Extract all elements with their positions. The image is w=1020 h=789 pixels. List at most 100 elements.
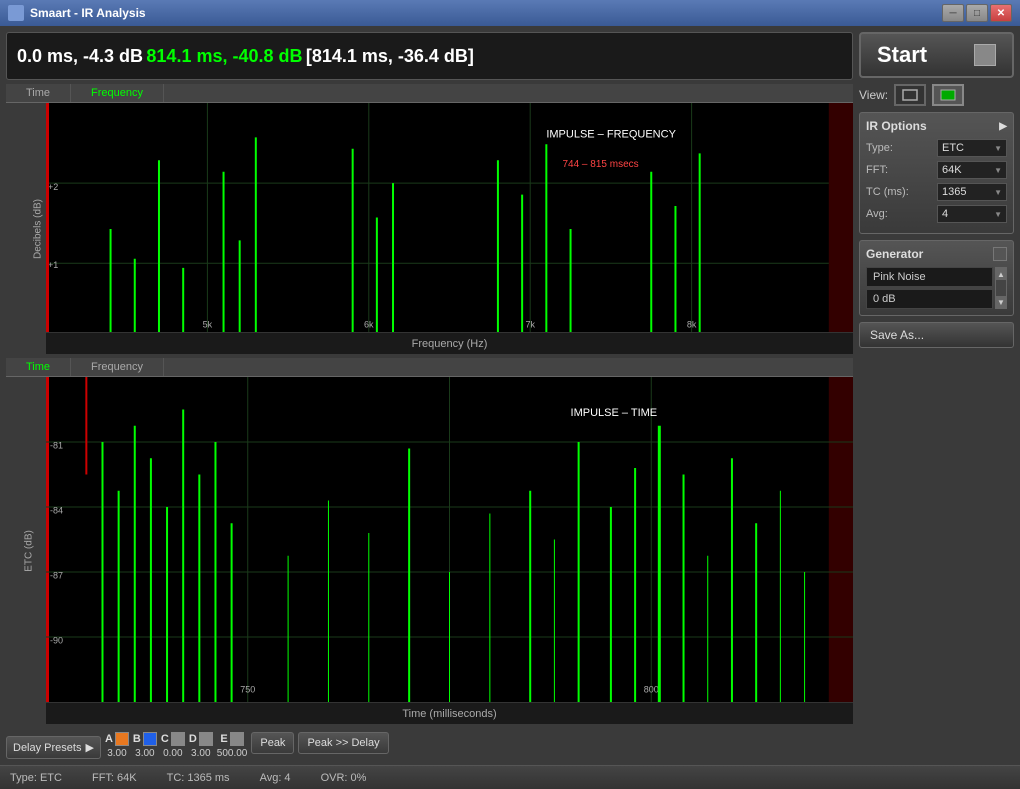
ir-tc-arrow: ▼: [994, 188, 1002, 197]
status-bar: Type: ETC FFT: 64K TC: 1365 ms Avg: 4 OV…: [0, 765, 1020, 789]
svg-text:-90: -90: [50, 636, 63, 646]
scroll-track: [996, 280, 1006, 296]
ir-tc-label: TC (ms):: [866, 186, 909, 198]
preset-d: D 3.00: [189, 732, 213, 759]
scroll-down-arrow[interactable]: ▼: [996, 296, 1006, 308]
info-bracket: [814.1 ms, -36.4 dB]: [306, 46, 474, 67]
svg-text:IMPULSE – TIME: IMPULSE – TIME: [571, 407, 658, 419]
preset-a-letter: A: [105, 733, 113, 745]
ir-avg-value: 4: [942, 208, 948, 220]
generator-section: Generator Pink Noise 0 dB ▲ ▼: [859, 240, 1014, 316]
ir-fft-dropdown[interactable]: 64K ▼: [937, 161, 1007, 179]
peak-delay-button[interactable]: Peak >> Delay: [298, 732, 388, 754]
svg-text:8k: 8k: [687, 319, 697, 329]
view-outline-button[interactable]: [894, 84, 926, 106]
left-panel: 0.0 ms, -4.3 dB 814.1 ms, -40.8 dB [814.…: [6, 32, 853, 759]
bottom-chart-plot[interactable]: -81 -84 -87 -90 750 800: [46, 377, 853, 702]
top-tab-frequency[interactable]: Frequency: [71, 84, 164, 102]
status-tc: TC: 1365 ms: [167, 772, 230, 784]
svg-text:7k: 7k: [525, 319, 535, 329]
preset-c-color[interactable]: [171, 732, 185, 746]
title-bar-controls: ─ □ ✕: [942, 4, 1012, 22]
top-tab-time[interactable]: Time: [6, 84, 71, 102]
start-label: Start: [877, 42, 927, 68]
outline-icon: [902, 89, 918, 101]
top-chart-plot[interactable]: +2 +1 5k 6k 7k 8k: [46, 103, 853, 332]
ir-type-row: Type: ETC ▼: [866, 139, 1007, 157]
top-chart-tabs: Time Frequency: [6, 84, 853, 103]
delay-presets-button[interactable]: Delay Presets ▶: [6, 736, 101, 759]
generator-values: Pink Noise 0 dB: [866, 267, 993, 309]
ir-options-header: IR Options ▶: [866, 119, 1007, 133]
svg-text:744 – 815 msecs: 744 – 815 msecs: [562, 159, 638, 170]
preset-d-color[interactable]: [199, 732, 213, 746]
ir-type-dropdown[interactable]: ETC ▼: [937, 139, 1007, 157]
view-row: View:: [859, 84, 1014, 106]
ir-avg-arrow: ▼: [994, 210, 1002, 219]
ir-type-label: Type:: [866, 142, 893, 154]
info-bar: 0.0 ms, -4.3 dB 814.1 ms, -40.8 dB [814.…: [6, 32, 853, 80]
ir-type-value: ETC: [942, 142, 964, 154]
status-ovr: OVR: 0%: [321, 772, 367, 784]
status-avg: Avg: 4: [260, 772, 291, 784]
bottom-tab-frequency[interactable]: Frequency: [71, 358, 164, 376]
view-label: View:: [859, 88, 888, 102]
close-button[interactable]: ✕: [990, 4, 1012, 22]
generator-controls: Pink Noise 0 dB ▲ ▼: [866, 267, 1007, 309]
preset-a-color[interactable]: [115, 732, 129, 746]
peak-button[interactable]: Peak: [251, 732, 294, 754]
generator-checkbox[interactable]: [993, 247, 1007, 261]
ir-options-title: IR Options: [866, 119, 927, 133]
preset-a: A 3.00: [105, 732, 129, 759]
generator-noise-type: Pink Noise: [866, 267, 993, 287]
main-content: 0.0 ms, -4.3 dB 814.1 ms, -40.8 dB [814.…: [0, 26, 1020, 765]
generator-db-value: 0 dB: [866, 289, 993, 309]
preset-e-top: E: [220, 732, 243, 746]
right-panel: Start View: IR Options ▶: [859, 32, 1014, 759]
generator-title: Generator: [866, 247, 923, 261]
start-button[interactable]: Start: [859, 32, 1014, 78]
ir-options-arrow: ▶: [999, 121, 1007, 132]
top-chart-svg: +2 +1 5k 6k 7k 8k: [46, 103, 853, 332]
svg-text:5k: 5k: [203, 319, 213, 329]
svg-text:-84: -84: [50, 506, 63, 516]
bottom-x-axis: Time (milliseconds): [46, 702, 853, 724]
ir-fft-arrow: ▼: [994, 166, 1002, 175]
save-as-button[interactable]: Save As...: [859, 322, 1014, 348]
scroll-up-arrow[interactable]: ▲: [996, 268, 1006, 280]
svg-text:800: 800: [644, 684, 659, 694]
bottom-chart: Time Frequency ETC (dB): [6, 358, 853, 724]
preset-a-value: 3.00: [107, 748, 126, 759]
delay-presets-label: Delay Presets: [13, 742, 81, 754]
top-y-title: Decibels (dB): [33, 198, 44, 258]
svg-text:-87: -87: [50, 571, 63, 581]
preset-c-top: C: [161, 732, 185, 746]
title-bar: Smaart - IR Analysis ─ □ ✕: [0, 0, 1020, 26]
generator-scrollbar[interactable]: ▲ ▼: [995, 267, 1007, 309]
preset-c: C 0.00: [161, 732, 185, 759]
ir-avg-dropdown[interactable]: 4 ▼: [937, 205, 1007, 223]
ir-fft-value: 64K: [942, 164, 962, 176]
preset-b-value: 3.00: [135, 748, 154, 759]
bottom-chart-svg: -81 -84 -87 -90 750 800: [46, 377, 853, 702]
bottom-toolbar: Delay Presets ▶ A 3.00 B 3.00: [6, 728, 853, 759]
view-filled-button[interactable]: [932, 84, 964, 106]
preset-e-color[interactable]: [230, 732, 244, 746]
top-x-label: Frequency (Hz): [412, 338, 488, 350]
preset-c-letter: C: [161, 733, 169, 745]
preset-c-value: 0.00: [163, 748, 182, 759]
preset-e-value: 500.00: [217, 748, 248, 759]
ir-tc-dropdown[interactable]: 1365 ▼: [937, 183, 1007, 201]
svg-text:-81: -81: [50, 441, 63, 451]
svg-text:750: 750: [240, 684, 255, 694]
maximize-button[interactable]: □: [966, 4, 988, 22]
minimize-button[interactable]: ─: [942, 4, 964, 22]
preset-b-color[interactable]: [143, 732, 157, 746]
svg-text:6k: 6k: [364, 319, 374, 329]
bottom-y-title: ETC (dB): [23, 530, 34, 572]
delay-presets-arrow: ▶: [85, 741, 93, 754]
ir-tc-value: 1365: [942, 186, 966, 198]
bottom-y-axis: ETC (dB): [6, 377, 46, 724]
ir-tc-row: TC (ms): 1365 ▼: [866, 183, 1007, 201]
bottom-tab-time[interactable]: Time: [6, 358, 71, 376]
